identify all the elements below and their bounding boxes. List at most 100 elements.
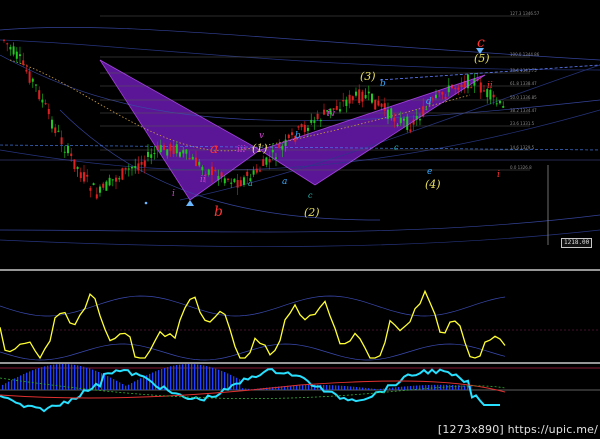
candle-body [441, 92, 444, 95]
macd-histogram-bar [173, 365, 175, 390]
macd-panel [0, 364, 506, 413]
macd-histogram-bar [89, 368, 91, 390]
macd-histogram-bar [23, 374, 25, 390]
candle-body [140, 161, 143, 165]
candle-body [380, 103, 383, 107]
macd-histogram-bar [326, 384, 328, 390]
candle-body [115, 177, 117, 182]
candle-body [275, 157, 277, 159]
candle-body [310, 119, 313, 123]
macd-histogram-bar [200, 364, 202, 390]
osc-upper-band [0, 295, 506, 317]
macd-histogram-bar [140, 378, 142, 390]
candle-body [57, 130, 60, 132]
macd-histogram-bar [431, 384, 433, 390]
macd-histogram-bar [305, 384, 307, 390]
candle-body [255, 168, 258, 173]
candle-body [345, 99, 348, 107]
macd-histogram-bar [131, 383, 133, 390]
candle-body [492, 94, 495, 98]
harmonic-pattern-right [260, 75, 485, 185]
candle-body [22, 60, 25, 65]
candle-body [172, 145, 175, 154]
candle-body [425, 108, 428, 110]
macd-histogram-bar [122, 383, 124, 390]
candle-body [495, 103, 498, 105]
candle-body [31, 78, 34, 82]
candle-body [227, 178, 229, 180]
candle-body [444, 97, 447, 99]
macd-histogram-bar [53, 364, 55, 390]
candle-body [281, 145, 284, 150]
macd-histogram-bar [74, 364, 76, 390]
candle-body [291, 132, 293, 136]
macd-histogram-bar [452, 385, 454, 390]
wave-label-small-c: c [308, 191, 313, 200]
macd-histogram-bar [185, 364, 187, 390]
candle-body [390, 108, 393, 119]
candle-body [76, 166, 79, 169]
wave-label-minor-iv: iv [327, 109, 335, 119]
macd-histogram-bar [137, 379, 139, 390]
fib-level-label: 100.0 1344.86 [510, 52, 540, 57]
candle-body [147, 151, 149, 158]
fib-level-label: 127.3 1346.57 [510, 11, 540, 16]
wave-label-a: a [210, 141, 218, 157]
price-chart[interactable]: 127.3 1346.57 100.0 1344.86 78.6 1341.75 61… [0, 0, 600, 439]
macd-histogram-bar [50, 365, 52, 390]
macd-histogram-bar [128, 384, 130, 390]
macd-histogram-bar [362, 387, 364, 390]
candle-body [358, 89, 361, 104]
candle-body [191, 156, 194, 160]
osc-line [0, 289, 506, 360]
candle-body [233, 178, 236, 183]
macd-histogram-bar [221, 370, 223, 390]
candle-body [361, 91, 364, 102]
candle-body [383, 103, 386, 111]
candle-body [335, 106, 338, 110]
macd-histogram-bar [335, 385, 337, 390]
candle-body [355, 91, 357, 96]
wave-label-small-a: a [282, 177, 287, 187]
candle-body [489, 89, 492, 100]
current-price-tag: 1218.00 [561, 238, 593, 248]
candle-body [339, 109, 341, 112]
candle-body [188, 157, 191, 160]
macd-histogram-bar [455, 385, 457, 390]
macd-histogram-bar [119, 382, 121, 390]
candle-body [230, 182, 233, 184]
candle-body [137, 163, 140, 171]
watermark-text: [1273x890] https://upic.me/ [437, 423, 598, 436]
candle-body [284, 139, 287, 147]
wave-label-minor-i-red: i [497, 170, 500, 180]
macd-histogram-bar [302, 385, 304, 390]
macd-histogram-bar [134, 381, 136, 390]
macd-histogram-bar [95, 370, 97, 390]
macd-histogram-bar [125, 385, 127, 390]
candle-body [67, 145, 69, 154]
candle-body [95, 194, 98, 199]
macd-histogram-bar [110, 377, 112, 390]
macd-histogram-bar [32, 370, 34, 390]
candle-body [63, 151, 66, 153]
macd-histogram-bar [179, 364, 181, 390]
candle-body [223, 178, 226, 184]
candle-body [313, 120, 316, 123]
fib-level-label: 78.6 1341.75 [510, 68, 537, 73]
candle-body [393, 117, 396, 122]
fib-level-label: 23.6 1331.5 [510, 121, 535, 126]
candle-body [54, 127, 57, 134]
candle-body [342, 100, 345, 102]
macd-histogram-bar [404, 386, 406, 390]
macd-histogram-bar [113, 379, 115, 390]
macd-histogram-bar [14, 378, 16, 390]
macd-histogram-bar [413, 385, 415, 390]
macd-histogram-bar [44, 366, 46, 390]
candle-body [9, 46, 12, 50]
candle-body [214, 169, 217, 172]
macd-histogram-bar [467, 385, 469, 390]
candle-body [131, 166, 133, 169]
macd-histogram-bar [68, 364, 70, 390]
candle-body [351, 96, 354, 101]
candle-body [195, 157, 197, 167]
